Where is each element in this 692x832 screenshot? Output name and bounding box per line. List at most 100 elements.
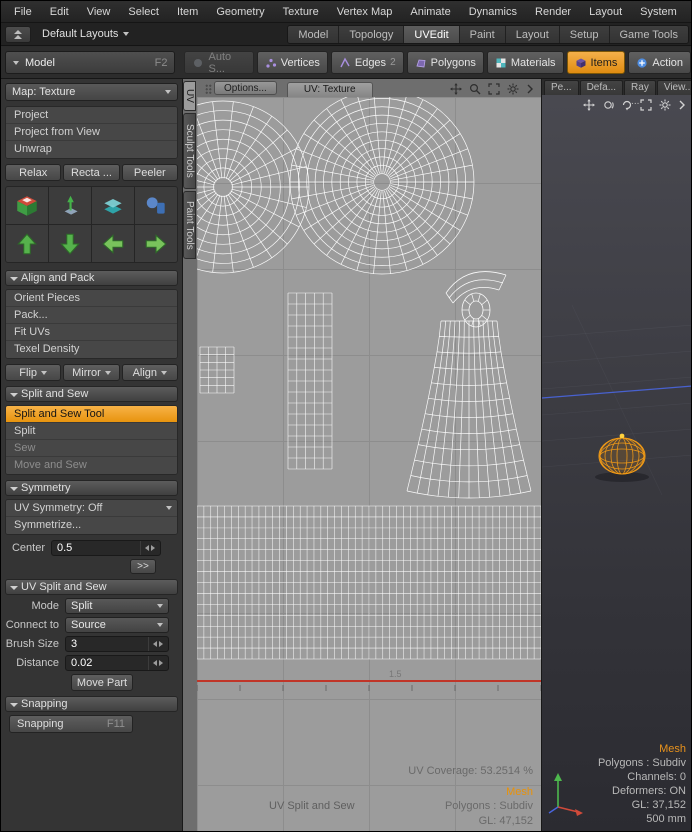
- unwrap-command[interactable]: Unwrap: [6, 141, 177, 158]
- texel-density-command[interactable]: Texel Density: [6, 341, 177, 358]
- menu-item-render[interactable]: Render: [526, 1, 580, 23]
- menu-item-animate[interactable]: Animate: [401, 1, 459, 23]
- chevron-right-icon[interactable]: [526, 83, 534, 95]
- items-mode-button[interactable]: Items: [567, 51, 626, 74]
- split-and-sew-tool-label: Split and Sew Tool: [14, 406, 104, 423]
- mirror-dropdown[interactable]: Mirror: [63, 364, 119, 381]
- pack-right-button[interactable]: [135, 225, 177, 262]
- tool-preset-dropdown[interactable]: Model F2: [5, 51, 175, 74]
- center-input[interactable]: 0.5: [51, 540, 161, 556]
- tab-model[interactable]: Model: [288, 26, 339, 43]
- tab-sculpt-tools[interactable]: Sculpt Tools: [183, 113, 196, 189]
- menu-item-file[interactable]: File: [5, 1, 41, 23]
- auto-select-button[interactable]: Auto S...: [184, 51, 253, 74]
- pack-command[interactable]: Pack...: [6, 307, 177, 324]
- rectangle-button[interactable]: Recta ...: [63, 164, 119, 181]
- center-minislider[interactable]: [140, 541, 155, 555]
- snapping-button[interactable]: Snapping F11: [9, 715, 133, 733]
- uv-viewport[interactable]: UV Sculpt Tools Paint Tools Options... U…: [183, 79, 541, 831]
- tab-game-tools[interactable]: Game Tools: [610, 26, 689, 43]
- peeler-button[interactable]: Peeler: [122, 164, 178, 181]
- brush-size-minislider[interactable]: [148, 637, 163, 651]
- menu-item-select[interactable]: Select: [119, 1, 168, 23]
- menu-item-help[interactable]: He: [686, 1, 691, 23]
- menu-item-item[interactable]: Item: [168, 1, 207, 23]
- drag-handle-icon[interactable]: [205, 84, 212, 95]
- tab-uvedit[interactable]: UVEdit: [404, 26, 459, 43]
- split-and-sew-tool-command[interactable]: Split and Sew Tool: [6, 406, 177, 423]
- uv-split-and-sew-header[interactable]: UV Split and Sew: [5, 579, 178, 595]
- sew-command[interactable]: Sew: [6, 440, 177, 457]
- menu-item-dynamics[interactable]: Dynamics: [460, 1, 526, 23]
- uv-texture-tab[interactable]: UV: Texture: [287, 82, 373, 97]
- menu-item-layout[interactable]: Layout: [580, 1, 631, 23]
- relax-button[interactable]: Relax: [5, 164, 61, 181]
- uv-map-selector[interactable]: Map: Texture: [5, 83, 178, 101]
- edges-mode-button[interactable]: Edges 2: [331, 51, 404, 74]
- menu-item-system[interactable]: System: [631, 1, 686, 23]
- tab-raygl[interactable]: Ray ...: [624, 80, 656, 95]
- orbit-icon[interactable]: [602, 99, 614, 111]
- projection-axis-button[interactable]: [49, 187, 91, 224]
- project-from-view-command[interactable]: Project from View: [6, 124, 177, 141]
- tab-perspective[interactable]: Pe...: [544, 80, 579, 95]
- align-and-pack-header[interactable]: Align and Pack: [5, 270, 178, 286]
- pan-icon[interactable]: [450, 83, 462, 95]
- orient-pieces-command[interactable]: Orient Pieces: [6, 290, 177, 307]
- distance-input[interactable]: 0.02: [65, 655, 169, 671]
- polygons-mode-button[interactable]: Polygons: [407, 51, 484, 74]
- mode-dropdown[interactable]: Split: [65, 598, 169, 614]
- pack-up-button[interactable]: [6, 225, 48, 262]
- menu-item-view[interactable]: View: [78, 1, 120, 23]
- align-dropdown[interactable]: Align: [122, 364, 178, 381]
- tab-paint[interactable]: Paint: [460, 26, 506, 43]
- vertices-mode-button[interactable]: Vertices: [257, 51, 328, 74]
- maximize-icon[interactable]: [640, 99, 652, 111]
- distance-minislider[interactable]: [148, 656, 163, 670]
- tab-layout[interactable]: Layout: [506, 26, 560, 43]
- options-button[interactable]: Options...: [214, 81, 277, 95]
- menu-item-edit[interactable]: Edit: [41, 1, 78, 23]
- maximize-icon[interactable]: [488, 83, 500, 95]
- zoom-icon[interactable]: [469, 83, 481, 95]
- pan-icon[interactable]: [583, 99, 595, 111]
- project-command[interactable]: Project: [6, 107, 177, 124]
- brush-size-input[interactable]: 3: [65, 636, 169, 652]
- tab-uv[interactable]: UV: [183, 81, 196, 111]
- projection-planes-button[interactable]: [92, 187, 134, 224]
- uv-symmetry-dropdown[interactable]: UV Symmetry: Off: [6, 500, 177, 517]
- gear-icon[interactable]: [507, 83, 519, 95]
- projection-cube-button[interactable]: [6, 187, 48, 224]
- split-and-sew-header[interactable]: Split and Sew: [5, 386, 178, 402]
- more-options-button[interactable]: >>: [130, 559, 156, 574]
- tab-default[interactable]: Defa...: [580, 80, 623, 95]
- expand-layouts-button[interactable]: [5, 26, 31, 43]
- materials-mode-button[interactable]: Materials: [487, 51, 564, 74]
- pack-left-button[interactable]: [92, 225, 134, 262]
- connect-to-dropdown[interactable]: Source: [65, 617, 169, 633]
- menu-item-vertex-map[interactable]: Vertex Map: [328, 1, 402, 23]
- tab-setup[interactable]: Setup: [560, 26, 610, 43]
- tab-view[interactable]: View...: [657, 80, 691, 95]
- symmetry-header[interactable]: Symmetry: [5, 480, 178, 496]
- move-part-button[interactable]: Move Part: [71, 674, 133, 691]
- move-and-sew-command[interactable]: Move and Sew: [6, 457, 177, 474]
- flip-dropdown[interactable]: Flip: [5, 364, 61, 381]
- symmetrize-command[interactable]: Symmetrize...: [6, 517, 177, 534]
- tab-topology[interactable]: Topology: [339, 26, 404, 43]
- menu-item-geometry[interactable]: Geometry: [207, 1, 273, 23]
- split-command[interactable]: Split: [6, 423, 177, 440]
- uv-canvas[interactable]: 1.5 UV Coverage: 53.2514 % Mesh UV Split…: [197, 97, 541, 831]
- action-center-button[interactable]: Action: [628, 51, 691, 74]
- default-layouts-dropdown[interactable]: Default Layouts: [34, 28, 137, 40]
- rotate-icon[interactable]: [621, 99, 633, 111]
- perspective-viewport[interactable]: Pe... Defa... Ray ... View... Mesh Polyg…: [541, 79, 691, 831]
- snapping-header[interactable]: Snapping: [5, 696, 178, 712]
- fit-uvs-command[interactable]: Fit UVs: [6, 324, 177, 341]
- tab-paint-tools[interactable]: Paint Tools: [183, 191, 196, 259]
- menu-item-texture[interactable]: Texture: [274, 1, 328, 23]
- pack-down-button[interactable]: [49, 225, 91, 262]
- chevron-right-icon[interactable]: [678, 99, 686, 111]
- projection-primitives-button[interactable]: [135, 187, 177, 224]
- gear-icon[interactable]: [659, 99, 671, 111]
